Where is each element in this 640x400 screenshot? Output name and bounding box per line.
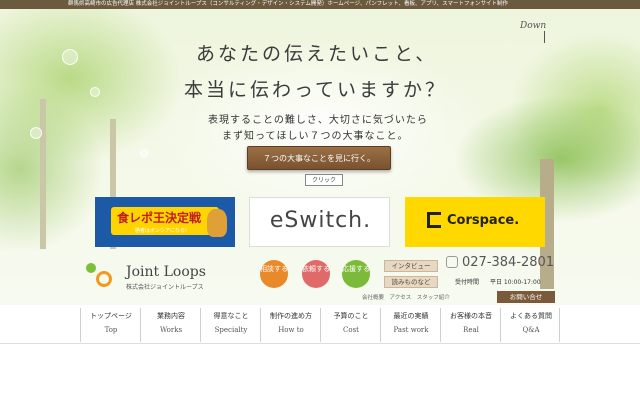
nav-label-jp: 予算のこと xyxy=(333,312,369,320)
nav-label-en: How to xyxy=(278,326,304,334)
banner-shokurepo[interactable]: 食レポ王決定戦 勝者はボンシアになる! xyxy=(95,197,235,247)
down-arrow-icon[interactable] xyxy=(544,31,545,43)
main-nav: トップページ Top 業務内容 Works 得意なこと Specialty 制作… xyxy=(80,308,560,342)
hours-value: 平日 10:00-17:00 xyxy=(490,279,541,286)
nav-label-jp: お客様の本音 xyxy=(450,312,492,320)
hero-subtext-line2: まず知ってほしい７つの大事なこと。 xyxy=(222,131,409,142)
bubble xyxy=(140,149,148,157)
nav-item-specialty[interactable]: 得意なこと Specialty xyxy=(200,308,260,342)
nav-item-howto[interactable]: 制作の進め方 How to xyxy=(260,308,320,342)
company-logo-icon[interactable] xyxy=(86,263,116,289)
nav-label-en: Real xyxy=(463,326,479,334)
banner-shokurepo-sub: 勝者はボンシアになる! xyxy=(135,228,188,234)
seven-things-button[interactable]: ７つの大事なことを見に行く。 xyxy=(247,146,391,170)
nav-item-works[interactable]: 業務内容 Works xyxy=(140,308,200,342)
top-info-bar: 群馬県高崎市の広告代理店 株式会社ジョイントループス（コンサルティング・デザイン… xyxy=(0,0,640,9)
nav-label-jp: 制作の進め方 xyxy=(270,312,312,320)
nav-label-jp: 最近の実績 xyxy=(393,312,429,320)
banner-corspace[interactable]: Corspace. xyxy=(405,197,545,247)
bubble xyxy=(30,127,42,139)
hero-subtext-line1: 表現することの難しさ、大切さに気づいたら xyxy=(208,115,428,126)
request-button[interactable]: 依頼する xyxy=(302,260,330,288)
nav-label-en: Top xyxy=(104,326,118,334)
nav-divider xyxy=(0,343,640,344)
support-button[interactable]: 応援する xyxy=(342,260,370,288)
dog-mascot-icon xyxy=(207,209,227,237)
nav-label-en: Cost xyxy=(343,326,359,334)
nav-label-en: Specialty xyxy=(214,326,248,334)
nav-label-en: Past work xyxy=(393,326,429,334)
hours-label: 受付時間 xyxy=(455,279,480,286)
corspace-logo-icon xyxy=(427,212,441,228)
nav-label-jp: よくある質問 xyxy=(510,312,552,320)
nav-item-qa[interactable]: よくある質問 Q&A xyxy=(500,308,560,342)
banner-corspace-title: Corspace. xyxy=(447,213,520,228)
bubble xyxy=(62,49,78,65)
click-hint: クリック xyxy=(305,174,343,186)
hero-heading-line2: 本当に伝わっていますか？ xyxy=(184,79,448,101)
consult-button[interactable]: 相談する xyxy=(260,260,288,288)
banner-shokurepo-title: 食レポ王決定戦 xyxy=(117,211,202,225)
nav-item-cost[interactable]: 予算のこと Cost xyxy=(320,308,380,342)
nav-label-jp: 業務内容 xyxy=(157,312,185,320)
nav-label-en: Works xyxy=(159,326,183,334)
logo-dot xyxy=(86,263,96,273)
interview-link[interactable]: インタビュー xyxy=(384,260,438,272)
nav-label-jp: トップページ xyxy=(90,312,132,320)
nav-item-pastwork[interactable]: 最近の実績 Past work xyxy=(380,308,440,342)
inquiry-button[interactable]: お問い合せ xyxy=(497,291,555,303)
tree-trunk xyxy=(40,99,46,249)
nav-item-real[interactable]: お客様の本音 Real xyxy=(440,308,500,342)
banner-eswitch-title: eSwitch. xyxy=(269,208,372,233)
bubble xyxy=(90,87,100,97)
hero-heading-line1: あなたの伝えたいこと、 xyxy=(196,43,438,65)
nav-label-jp: 得意なこと xyxy=(213,312,249,320)
down-label[interactable]: Down xyxy=(520,21,546,31)
company-subname: 株式会社ジョイントループス xyxy=(126,284,204,291)
phone-number[interactable]: 027-384-2801 xyxy=(462,255,554,270)
reading-link[interactable]: 読みものなど xyxy=(384,276,438,288)
nav-label-en: Q&A xyxy=(522,326,540,334)
logo-ring xyxy=(96,271,112,287)
company-sublinks[interactable]: 会社概要 アクセス スタッフ紹介 xyxy=(362,293,450,301)
banner-eswitch[interactable]: eSwitch. xyxy=(249,197,390,247)
phone-icon xyxy=(446,256,458,268)
company-name[interactable]: Joint Loops xyxy=(126,264,206,280)
nav-item-top[interactable]: トップページ Top xyxy=(80,308,140,342)
